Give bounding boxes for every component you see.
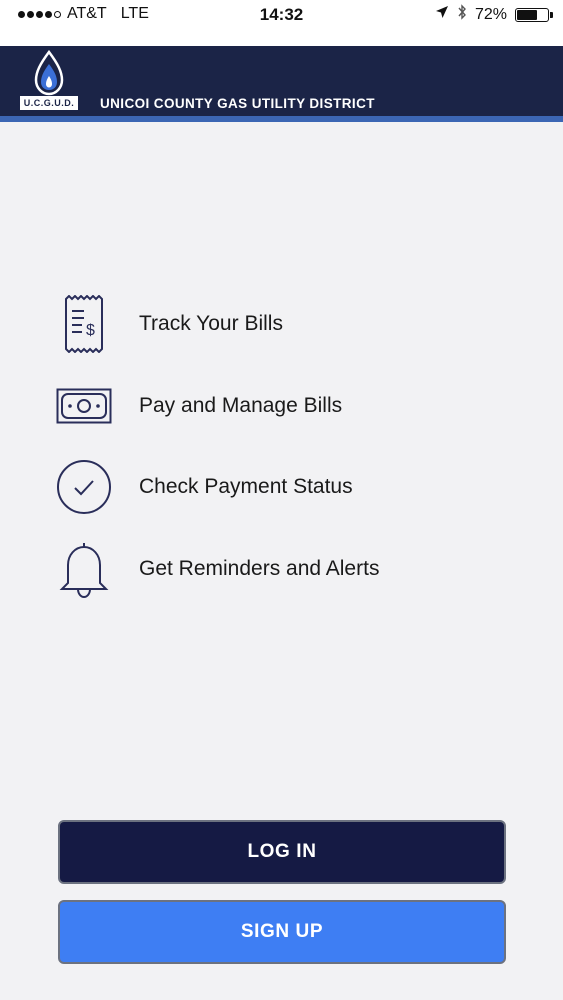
login-button[interactable]: LOG IN xyxy=(58,820,506,884)
feature-label: Get Reminders and Alerts xyxy=(139,557,380,580)
battery-fill xyxy=(517,9,538,20)
flame-icon xyxy=(34,49,64,96)
app-header: U.C.G.U.D. UNICOI COUNTY GAS UTILITY DIS… xyxy=(0,46,563,122)
feature-track-bills: $ Track Your Bills xyxy=(0,289,563,359)
receipt-icon: $ xyxy=(52,292,116,356)
feature-label: Pay and Manage Bills xyxy=(139,394,343,417)
svg-text:$: $ xyxy=(86,322,95,339)
money-icon xyxy=(52,374,116,438)
logo-text: U.C.G.U.D. xyxy=(20,96,78,110)
battery-icon xyxy=(515,7,553,22)
bluetooth-icon xyxy=(457,4,467,25)
battery-percent: 72% xyxy=(474,5,507,23)
feature-reminders: Get Reminders and Alerts xyxy=(0,534,563,604)
feature-label: Check Payment Status xyxy=(139,475,353,498)
status-bar: AT&T LTE 14:32 72% xyxy=(0,0,563,46)
bell-icon xyxy=(52,537,116,601)
ucgud-logo: U.C.G.U.D. xyxy=(18,49,80,112)
feature-pay-bills: Pay and Manage Bills xyxy=(0,371,563,441)
signup-button[interactable]: SIGN UP xyxy=(58,900,506,964)
status-right: 72% xyxy=(435,4,553,25)
feature-label: Track Your Bills xyxy=(139,312,283,335)
check-circle-icon xyxy=(52,455,116,519)
location-arrow-icon xyxy=(435,5,449,24)
header-title: UNICOI COUNTY GAS UTILITY DISTRICT xyxy=(100,96,375,111)
feature-payment-status: Check Payment Status xyxy=(0,452,563,522)
